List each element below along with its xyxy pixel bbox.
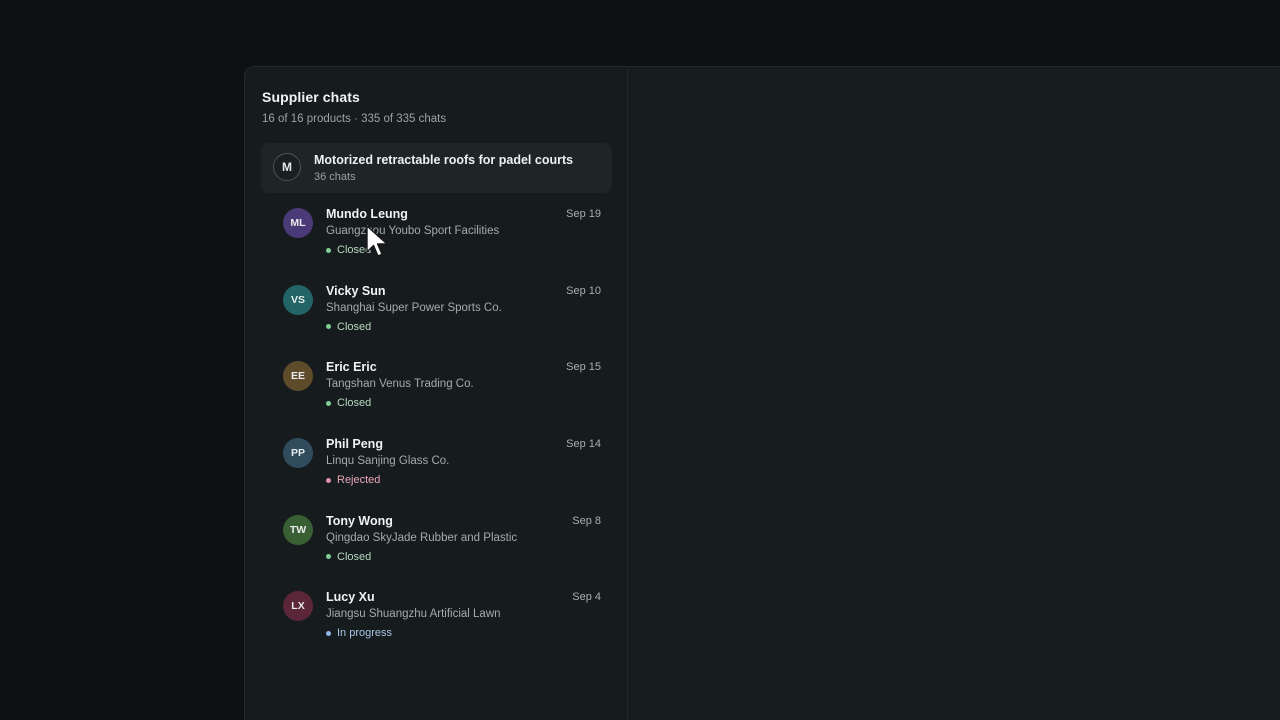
avatar: LX	[283, 591, 313, 622]
app-window: Supplier chats 16 of 16 products · 335 o…	[244, 66, 1280, 720]
status-label: In progress	[337, 627, 393, 640]
chat-list-item[interactable]: TW Tony Wong Sep 8 Qingdao SkyJade Rubbe…	[283, 512, 603, 589]
contact-name: Phil Peng	[326, 437, 383, 452]
status-dot-icon	[326, 247, 331, 253]
status-badge: Closed	[326, 397, 371, 409]
status-label: Closed	[337, 244, 372, 256]
company-name: Tangshan Venus Trading Co.	[326, 378, 474, 391]
contact-name: Vicky Sun	[326, 283, 386, 298]
chat-date: Sep 14	[566, 438, 601, 451]
chat-list-item[interactable]: LX Lucy Xu Sep 4 Jiangsu Shuangzhu Artif…	[283, 588, 603, 665]
company-name: Qingdao SkyJade Rubber and Plastic	[326, 531, 518, 544]
chat-date: Sep 4	[572, 591, 601, 604]
avatar: TW	[283, 514, 313, 545]
avatar: EE	[283, 361, 313, 392]
status-dot-icon	[326, 477, 331, 483]
chat-date: Sep 8	[572, 514, 601, 527]
conversation-pane-empty	[629, 67, 1280, 720]
company-name: Guangzhou Youbo Sport Facilities	[326, 225, 500, 237]
status-badge: Rejected	[326, 474, 380, 486]
company-name: Jiangsu Shuangzhu Artificial Lawn	[326, 608, 501, 621]
status-dot-icon	[326, 554, 331, 560]
status-label: Closed	[337, 320, 372, 333]
supplier-chats-sidebar: Supplier chats 16 of 16 products · 335 o…	[245, 67, 628, 720]
sidebar-subtitle: 16 of 16 products · 335 of 335 chats	[262, 113, 447, 125]
avatar: PP	[283, 438, 313, 469]
status-badge: Closed	[326, 244, 371, 256]
status-dot-icon	[326, 324, 331, 330]
sidebar-header: Supplier chats 16 of 16 products · 335 o…	[262, 89, 446, 125]
contact-name: Tony Wong	[326, 513, 393, 528]
status-dot-icon	[326, 400, 331, 406]
status-badge: Closed	[326, 321, 371, 333]
status-label: Rejected	[337, 474, 381, 487]
product-avatar: M	[273, 153, 301, 181]
status-label: Closed	[337, 550, 372, 563]
status-badge: In progress	[326, 627, 392, 639]
status-dot-icon	[326, 630, 331, 636]
chat-date: Sep 10	[566, 284, 601, 297]
chat-list-item[interactable]: VS Vicky Sun Sep 10 Shanghai Super Power…	[283, 282, 603, 359]
chat-list-item[interactable]: EE Eric Eric Sep 15 Tangshan Venus Tradi…	[283, 358, 603, 435]
company-name: Shanghai Super Power Sports Co.	[326, 301, 502, 314]
contact-name: Lucy Xu	[326, 590, 375, 605]
chat-date: Sep 19	[566, 208, 601, 220]
product-name: Motorized retractable roofs for padel co…	[314, 153, 574, 167]
status-badge: Closed	[326, 551, 371, 563]
contact-name: Eric Eric	[326, 360, 377, 375]
product-group-header[interactable]: M Motorized retractable roofs for padel …	[261, 143, 612, 193]
chat-list-item[interactable]: ML Mundo Leung Sep 19 Guangzhou Youbo Sp…	[283, 205, 603, 282]
product-chat-count: 36 chats	[314, 171, 356, 183]
contact-name: Mundo Leung	[326, 207, 408, 221]
chat-list-item[interactable]: PP Phil Peng Sep 14 Linqu Sanjing Glass …	[283, 435, 603, 512]
status-label: Closed	[337, 397, 372, 410]
chat-list: ML Mundo Leung Sep 19 Guangzhou Youbo Sp…	[283, 205, 603, 665]
sidebar-title: Supplier chats	[262, 89, 360, 105]
chat-date: Sep 15	[566, 361, 601, 374]
avatar: ML	[283, 208, 313, 238]
company-name: Linqu Sanjing Glass Co.	[326, 455, 450, 468]
avatar: VS	[283, 284, 313, 315]
desktop-background: Supplier chats 16 of 16 products · 335 o…	[0, 0, 1280, 720]
